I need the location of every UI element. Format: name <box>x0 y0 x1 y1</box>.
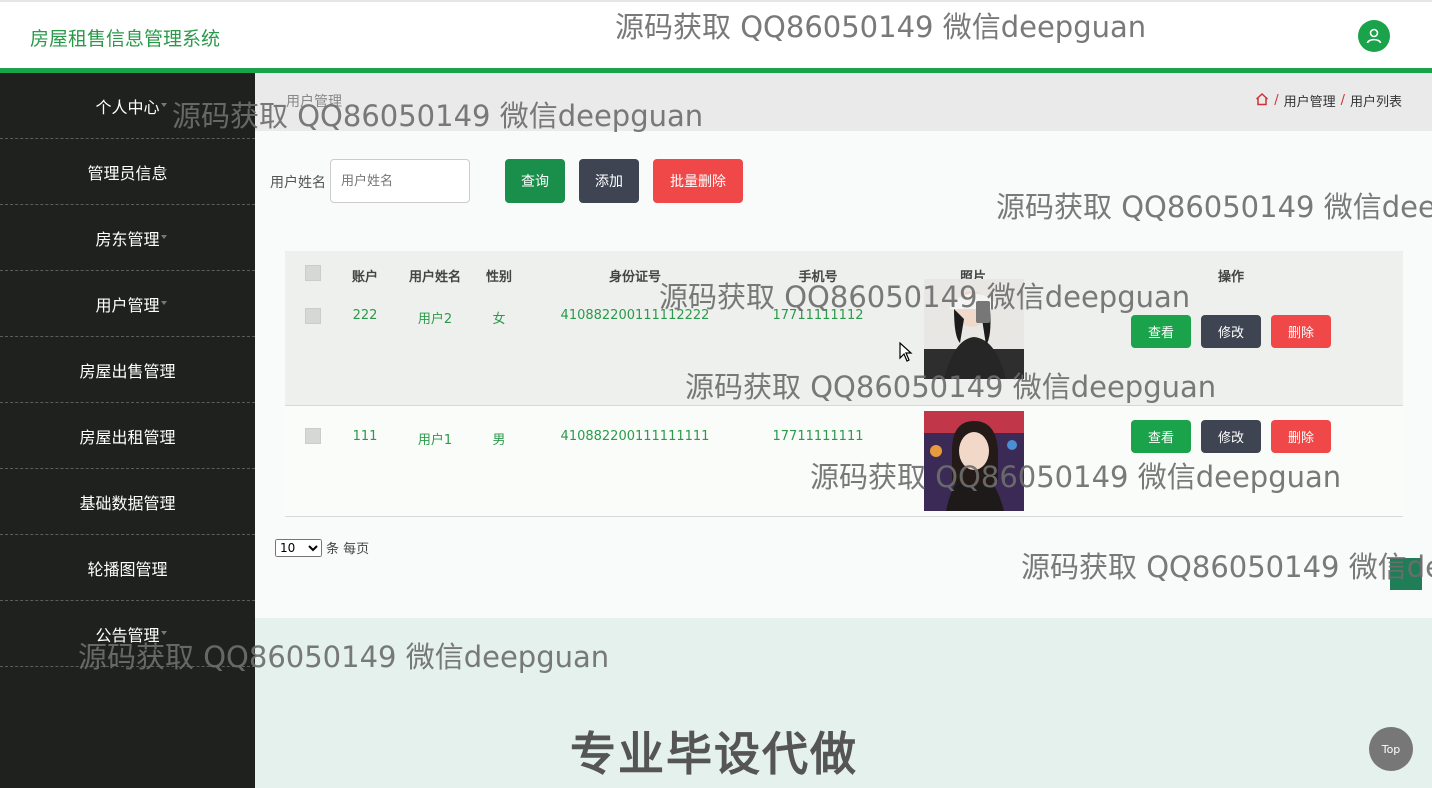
page-size-select[interactable]: 10 <box>275 538 322 557</box>
mouse-cursor-icon <box>899 341 913 366</box>
caret-down-icon <box>161 565 167 569</box>
sidebar-item-label: 用户管理 <box>95 295 160 315</box>
caret-down-icon <box>161 631 167 635</box>
delete-button[interactable]: 删除 <box>1271 315 1331 348</box>
caret-down-icon <box>161 103 167 107</box>
caret-down-icon <box>161 367 167 371</box>
edit-button[interactable]: 修改 <box>1201 315 1261 348</box>
home-icon[interactable] <box>1255 92 1269 110</box>
delete-button[interactable]: 删除 <box>1271 420 1331 453</box>
caret-down-icon <box>161 169 167 173</box>
cell-gender: 男 <box>492 433 506 448</box>
sidebar-item-landlord[interactable]: 房东管理 <box>0 205 255 271</box>
main-content: 用户管理 / 用户管理 / 用户列表 用户姓名 查询 添加 批量删除 账户 用户… <box>255 73 1432 788</box>
user-photo[interactable] <box>924 279 1024 379</box>
cell-gender: 女 <box>492 312 506 327</box>
user-icon[interactable] <box>1358 20 1390 52</box>
batch-delete-button[interactable]: 批量删除 <box>653 159 743 203</box>
breadcrumb-item-user-management[interactable]: 用户管理 <box>1284 91 1336 110</box>
sidebar-item-base-data[interactable]: 基础数据管理 <box>0 469 255 535</box>
caret-down-icon <box>161 235 167 239</box>
sidebar-item-label: 公告管理 <box>95 625 160 645</box>
sidebar-item-label: 房东管理 <box>95 229 160 249</box>
table-row: 222 用户2 女 410882200111112222 17711111112… <box>285 279 1403 406</box>
cell-phone: 17711111112 <box>772 308 864 323</box>
breadcrumb-separator: / <box>1340 93 1345 108</box>
footer-slogan: 专业毕设代做 <box>570 727 858 781</box>
view-button[interactable]: 查看 <box>1131 420 1191 453</box>
page-size-label: 条 每页 <box>326 542 370 557</box>
select-all-checkbox[interactable] <box>305 265 321 281</box>
column-header-id-number: 身份证号 <box>608 270 662 285</box>
search-label: 用户姓名 <box>270 175 326 191</box>
breadcrumb: / 用户管理 / 用户列表 <box>1255 91 1402 110</box>
sidebar-item-label: 轮播图管理 <box>87 559 168 579</box>
cell-account: 111 <box>352 429 378 444</box>
user-table: 账户 用户姓名 性别 身份证号 手机号 照片 操作 222 用户2 女 4108… <box>285 251 1403 517</box>
footer-banner: 专业毕设代做 <box>255 618 1432 788</box>
sidebar-item-users[interactable]: 用户管理 <box>0 271 255 337</box>
cell-name: 用户1 <box>417 433 453 448</box>
edit-button[interactable]: 修改 <box>1201 420 1261 453</box>
table-row: 111 用户1 男 410882200111111111 17711111111… <box>285 406 1403 517</box>
column-header-name: 用户姓名 <box>408 270 462 285</box>
breadcrumb-separator: / <box>1274 93 1279 108</box>
column-header-account: 账户 <box>351 270 379 285</box>
sidebar-item-notice[interactable]: 公告管理 <box>0 601 255 667</box>
table-header: 账户 用户姓名 性别 身份证号 手机号 照片 操作 <box>285 251 1403 296</box>
cell-account: 222 <box>352 308 378 323</box>
column-header-phone: 手机号 <box>798 270 838 285</box>
sidebar-item-carousel[interactable]: 轮播图管理 <box>0 535 255 601</box>
sidebar-item-admin-info[interactable]: 管理员信息 <box>0 139 255 205</box>
sidebar: 个人中心 管理员信息 房东管理 用户管理 房屋出售管理 房屋出租管理 基础数据管… <box>0 73 255 788</box>
row-checkbox[interactable] <box>305 428 321 444</box>
sidebar-item-personal-center[interactable]: 个人中心 <box>0 73 255 139</box>
column-header-actions: 操作 <box>1217 270 1245 285</box>
breadcrumb-bar: 用户管理 / 用户管理 / 用户列表 <box>255 73 1432 131</box>
sidebar-item-label: 个人中心 <box>95 97 160 117</box>
top-header: 房屋租售信息管理系统 <box>0 0 1432 68</box>
add-button[interactable]: 添加 <box>579 159 639 203</box>
sidebar-item-label: 管理员信息 <box>87 163 168 183</box>
breadcrumb-item-user-list: 用户列表 <box>1349 95 1402 110</box>
cell-phone: 17711111111 <box>772 429 864 444</box>
caret-down-icon <box>161 433 167 437</box>
caret-down-icon <box>161 301 167 305</box>
column-header-gender: 性别 <box>485 270 513 285</box>
app-title: 房屋租售信息管理系统 <box>30 28 221 50</box>
view-button[interactable]: 查看 <box>1131 315 1191 348</box>
user-photo[interactable] <box>924 411 1024 511</box>
username-search-input[interactable] <box>330 159 470 203</box>
row-checkbox[interactable] <box>305 308 321 324</box>
query-button[interactable]: 查询 <box>505 159 565 203</box>
sidebar-item-house-rent[interactable]: 房屋出租管理 <box>0 403 255 469</box>
page-title: 用户管理 <box>286 94 342 110</box>
back-to-top-button[interactable]: Top <box>1369 727 1413 771</box>
floating-side-button[interactable] <box>1390 558 1422 590</box>
user-icon-glyph <box>1366 28 1382 44</box>
cell-name: 用户2 <box>417 312 453 327</box>
cell-id-number: 410882200111111111 <box>560 429 710 444</box>
cell-id-number: 410882200111112222 <box>560 308 710 323</box>
caret-down-icon <box>161 499 167 503</box>
pagination: 10 条 每页 <box>275 538 369 557</box>
sidebar-item-house-sale[interactable]: 房屋出售管理 <box>0 337 255 403</box>
